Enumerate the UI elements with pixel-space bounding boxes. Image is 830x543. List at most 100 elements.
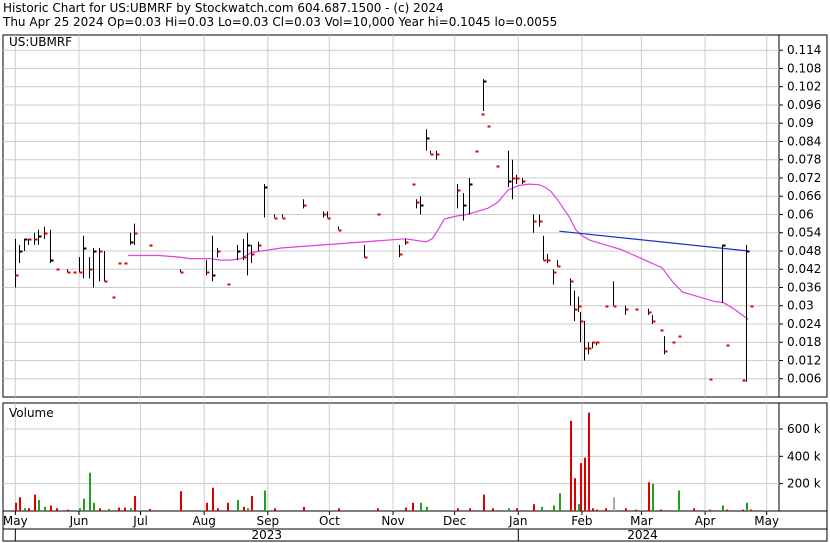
volume-bar — [580, 463, 582, 511]
year-label: 2023 — [252, 528, 283, 542]
price-axis-tick-label: 0.036 — [787, 280, 821, 294]
volume-axis-tick-label: 400 k — [787, 449, 821, 463]
moving-average-short-line — [128, 183, 749, 320]
x-axis-tick-label: Nov — [381, 514, 404, 528]
volume-bar — [38, 500, 40, 511]
volume-bar — [149, 508, 151, 511]
volume-bar — [24, 508, 26, 511]
ohlc-bar — [303, 199, 307, 209]
price-axis-tick-label: 0.078 — [787, 153, 821, 167]
volume-bar — [67, 509, 69, 511]
volume-bar — [722, 505, 724, 511]
volume-bar — [124, 507, 126, 511]
x-axis-tick-label: May — [3, 514, 28, 528]
volume-bar — [742, 509, 744, 511]
price-axis-tick-label: 0.012 — [787, 353, 821, 367]
price-axis-tick-label: 0.048 — [787, 244, 821, 258]
ohlc-bar — [130, 232, 134, 245]
ohlc-bar — [557, 260, 561, 268]
ohlc-bar — [543, 235, 547, 262]
ohlc-bar — [430, 150, 434, 156]
ohlc-bar — [15, 238, 19, 288]
volume-bar — [483, 494, 485, 511]
volume-bar — [93, 502, 95, 511]
volume-bar — [89, 472, 91, 511]
ohlc-bar — [592, 341, 596, 349]
volume-bar — [588, 412, 590, 511]
ohlc-bar — [553, 269, 557, 285]
ohlc-bar — [243, 238, 247, 261]
ohlc-bar — [258, 241, 262, 251]
volume-bar — [516, 508, 518, 511]
price-axis-tick-label: 0.072 — [787, 171, 821, 185]
ohlc-bar — [584, 320, 588, 361]
ohlc-bar — [89, 257, 93, 279]
volume-bar — [584, 457, 586, 511]
ohlc-bar — [426, 129, 430, 151]
ohlc-bar — [38, 229, 42, 245]
ohlc-bar — [50, 229, 54, 264]
ohlc-bar — [34, 232, 38, 245]
volume-bar — [492, 508, 494, 511]
ohlc-bar — [104, 250, 108, 283]
volume-bar — [56, 508, 58, 511]
volume-bar — [596, 509, 598, 511]
volume-bar — [426, 506, 428, 511]
volume-bar — [118, 507, 120, 511]
price-axis-tick-label: 0.042 — [787, 262, 821, 276]
ohlc-bar — [578, 296, 582, 312]
ohlc-bar — [522, 177, 526, 185]
price-axis-tick-label: 0.108 — [787, 61, 821, 75]
volume-bar — [79, 508, 81, 511]
volume-bar — [108, 508, 110, 511]
ohlc-bar — [83, 235, 87, 279]
ohlc-bar — [24, 238, 28, 251]
volume-bar — [28, 508, 30, 511]
x-axis-tick-label: Dec — [443, 514, 466, 528]
volume-bar — [709, 509, 711, 511]
volume-bar — [212, 487, 214, 511]
ohlc-bar — [652, 314, 656, 324]
volume-bar — [660, 509, 662, 511]
ohlc-bar — [508, 150, 512, 188]
ohlc-bar — [264, 184, 268, 218]
ohlc-bar — [79, 257, 83, 274]
volume-bar — [678, 490, 680, 511]
volume-bar — [130, 508, 132, 511]
x-axis-tick-label: Jul — [132, 514, 147, 528]
ohlc-bar — [323, 211, 327, 218]
ohlc-bar — [483, 79, 487, 112]
moving-average-long-line — [559, 230, 749, 252]
ohlc-bar — [648, 308, 652, 315]
volume-bar — [574, 478, 576, 511]
ohlc-bar — [613, 281, 617, 308]
volume-bar — [237, 500, 239, 511]
volume-bar — [377, 508, 379, 511]
volume-bar — [750, 509, 752, 511]
volume-bar — [553, 505, 555, 511]
volume-bar — [559, 493, 561, 511]
x-axis-tick-label: Mar — [630, 514, 653, 528]
volume-bar — [99, 508, 101, 511]
ohlc-bar — [539, 214, 543, 227]
volume-bar — [44, 506, 46, 511]
x-axis-tick-label: Aug — [192, 514, 215, 528]
volume-bar — [227, 502, 229, 511]
price-axis-tick-label: 0.066 — [787, 189, 821, 203]
volume-bar — [83, 498, 85, 511]
volume-bar — [180, 491, 182, 511]
chart-canvas: May Jun Jul Aug Sep Oct Nov Dec Jan Feb Mar Apr May 2… — [2, 34, 828, 542]
price-axis-tick-label: 0.114 — [787, 43, 821, 57]
volume-bar — [303, 506, 305, 511]
ohlc-bar — [93, 247, 97, 288]
volume-bar — [15, 502, 17, 511]
volume-bar — [264, 490, 266, 511]
volume-bar — [457, 508, 459, 511]
price-axis-tick-label: 0.006 — [787, 372, 821, 386]
volume-bar — [469, 508, 471, 511]
ohlc-bar — [99, 247, 103, 282]
volume-bar — [613, 497, 615, 511]
volume-bar — [274, 508, 276, 511]
price-axis-tick-label: 0.102 — [787, 80, 821, 94]
ohlc-bar — [274, 214, 278, 220]
